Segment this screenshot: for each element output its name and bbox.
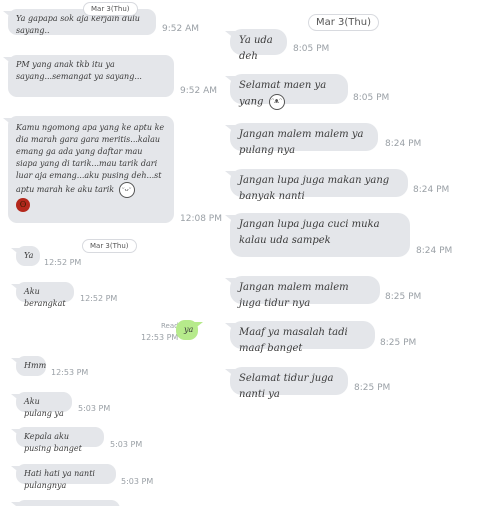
message-time: 8:05 PM (293, 44, 330, 54)
date-label: Mar 3(Thu) (91, 5, 130, 13)
message-bubble-partial[interactable] (16, 500, 120, 506)
message-text: Ya (24, 251, 34, 260)
message-time: 12:52 PM (80, 294, 118, 303)
message-time: 5:03 PM (121, 477, 154, 486)
message-time: 12:53 PM (141, 333, 179, 342)
message-bubble[interactable]: Selamat tidur juga nanti ya (230, 367, 348, 400)
message-text: Jangan lupa juga cuci muka kalau uda sam… (239, 219, 380, 246)
message-time: 5:03 PM (110, 440, 143, 449)
smile-face-icon: ᵕᴗᵕ (118, 182, 135, 198)
date-divider: Mar 3(Thu) (308, 14, 379, 31)
message-text: Selamat tidur juga nanti ya (239, 373, 334, 400)
message-text: Maaf ya masalah tadi maaf banget (239, 327, 348, 354)
message-time: 12:52 PM (44, 258, 82, 267)
message-bubble-sent[interactable]: ya (176, 320, 198, 340)
chat-left-column[interactable]: Ya gapapa sok aja kerjain dulu sayang.. … (0, 0, 222, 506)
message-text: Aku berangkat (24, 287, 66, 308)
message-text: Jangan lupa juga makan yang banyak nanti (239, 175, 390, 202)
message-bubble[interactable]: Kepala aku pusing banget (16, 427, 104, 453)
message-time: 9:52 AM (180, 86, 217, 96)
message-time: 12:53 PM (51, 368, 89, 377)
message-bubble[interactable]: Aku pulang ya (16, 392, 72, 418)
message-text: Kamu ngomong apa yang ke aptu ke dia mar… (16, 123, 165, 194)
message-bubble[interactable]: Selamat maen ya yang ᵔᴥᵔ (230, 74, 348, 110)
message-time: 8:24 PM (385, 139, 422, 149)
message-bubble[interactable]: Jangan malem malem ya pulang nya (230, 123, 378, 156)
chat-right-column[interactable]: Mar 3(Thu) Ya uda deh 8:05 PM Selamat ma… (222, 0, 483, 506)
message-time: 8:24 PM (416, 246, 453, 256)
message-time: 8:05 PM (353, 93, 390, 103)
message-bubble[interactable]: Jangan lupa juga makan yang banyak nanti (230, 169, 408, 202)
angry-face-icon: ʘ (16, 198, 30, 212)
message-bubble[interactable]: Ya (16, 246, 40, 266)
message-bubble[interactable]: Jangan lupa juga cuci muka kalau uda sam… (230, 213, 410, 257)
message-time: 9:52 AM (162, 24, 199, 34)
message-time: 8:25 PM (380, 338, 417, 348)
date-label: Mar 3(Thu) (90, 242, 129, 250)
message-time: 8:25 PM (385, 292, 422, 302)
message-bubble[interactable]: Ya uda deh (230, 29, 287, 62)
date-divider: Mar 3(Thu) (83, 2, 138, 16)
message-text: Jangan malem malem ya pulang nya (239, 129, 364, 156)
message-time: 8:25 PM (354, 383, 391, 393)
message-text: Jangan malem malem juga tidur nya (239, 282, 349, 309)
message-bubble[interactable]: Jangan malem malem juga tidur nya (230, 276, 380, 309)
message-text: Hati hati ya nanti pulangnya (24, 469, 95, 490)
message-time: 5:03 PM (78, 404, 111, 413)
message-text: Ya uda deh (239, 35, 273, 62)
date-label: Mar 3(Thu) (316, 17, 371, 28)
message-bubble[interactable]: Maaf ya masalah tadi maaf banget (230, 321, 375, 354)
message-text: PM yang anak tkb itu ya sayang...semanga… (16, 60, 142, 81)
message-bubble[interactable]: Aku berangkat (16, 282, 74, 308)
message-text: Kepala aku pusing banget (24, 432, 82, 453)
message-bubble[interactable]: Kamu ngomong apa yang ke aptu ke dia mar… (8, 116, 174, 223)
message-time: 8:24 PM (413, 185, 450, 195)
message-bubble[interactable]: PM yang anak tkb itu ya sayang...semanga… (8, 55, 174, 97)
laughing-face-icon: ᵔᴥᵔ (268, 94, 285, 110)
message-text: ya (184, 325, 194, 334)
message-time: 12:08 PM (180, 214, 222, 224)
message-text: Hmm (24, 361, 47, 370)
message-text: Ya gapapa sok aja kerjain dulu sayang.. (16, 14, 140, 35)
message-bubble[interactable]: Hati hati ya nanti pulangnya (16, 464, 116, 490)
date-divider: Mar 3(Thu) (82, 239, 137, 253)
message-text: Aku pulang ya (24, 397, 64, 418)
message-bubble[interactable]: Hmm (16, 356, 46, 376)
